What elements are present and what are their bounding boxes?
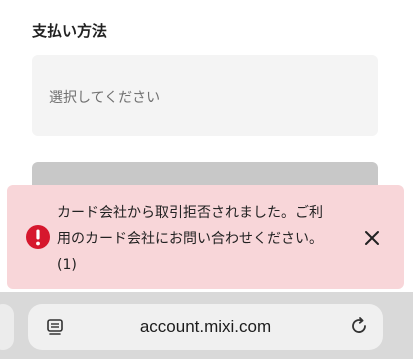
address-bar[interactable]: account.mixi.com — [28, 304, 383, 350]
reload-icon[interactable] — [349, 316, 369, 336]
error-circle-icon — [26, 225, 50, 249]
close-icon[interactable] — [363, 229, 381, 247]
previous-tab-edge[interactable] — [0, 304, 14, 350]
toast-message-line: 用のカード会社にお問い合わせください。 — [57, 231, 323, 247]
toast-message-line: カード会社から取引拒否されました。ご利 — [57, 205, 323, 221]
payment-method-select[interactable]: 選択してください — [32, 55, 378, 136]
payment-method-label: 支払い方法 — [32, 22, 108, 40]
select-placeholder: 選択してください — [49, 90, 161, 106]
payment-page: 支払い方法 選択してください カード会社から取引拒否されました。ご利 用のカード… — [0, 0, 413, 359]
toast-message-code: (1) — [57, 257, 77, 273]
url-text: account.mixi.com — [139, 317, 272, 336]
error-toast: カード会社から取引拒否されました。ご利 用のカード会社にお問い合わせください。 … — [7, 185, 404, 289]
toast-message: カード会社から取引拒否されました。ご利 用のカード会社にお問い合わせください。 … — [57, 200, 357, 278]
browser-bottom-bar: account.mixi.com — [0, 292, 413, 359]
